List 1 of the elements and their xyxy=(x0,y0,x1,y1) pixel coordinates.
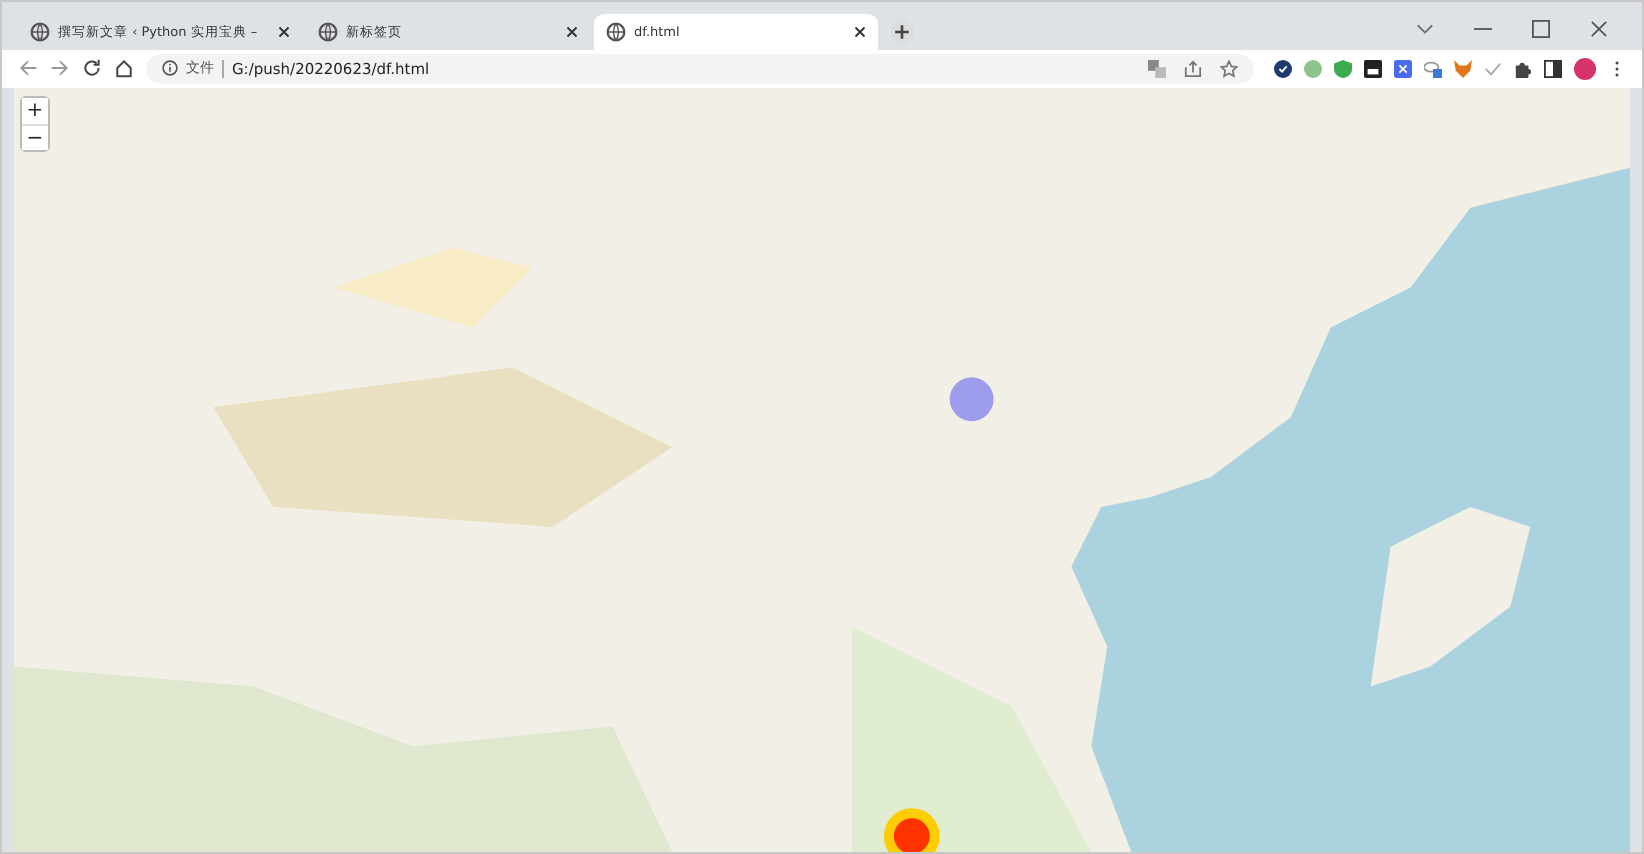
zoom-out-button[interactable]: − xyxy=(22,123,48,150)
